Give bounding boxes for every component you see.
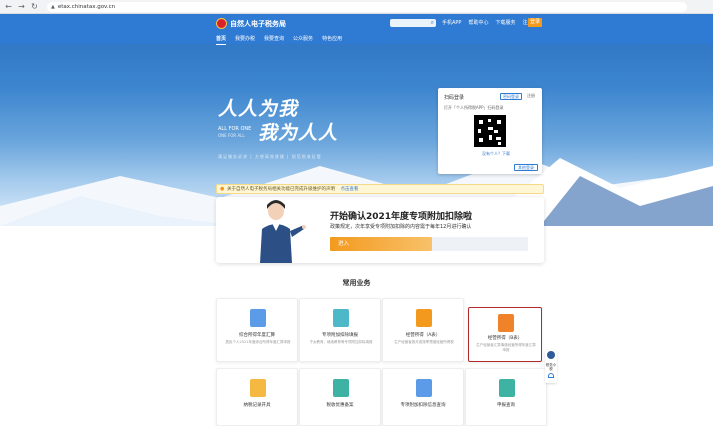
business-income-b-icon xyxy=(498,314,514,332)
card-title: 综合所得年度汇算 xyxy=(239,333,275,338)
card-desc: 生产经营者按月或按季预缴经营所得税 xyxy=(394,340,454,344)
link-download[interactable]: 下载服务 xyxy=(495,19,515,27)
assistant-widget[interactable]: 税务小税 xyxy=(545,349,557,383)
card-desc: 子女教育、继续教育等专项附加扣除填报 xyxy=(309,340,373,344)
service-card-deduction-query[interactable]: 专项附加扣除信息查询 xyxy=(382,368,464,426)
url-text: etax.chinatax.gov.cn xyxy=(57,3,116,10)
tax-return-icon xyxy=(250,309,266,327)
menu-tax-filing[interactable]: 我要办税 xyxy=(235,35,255,45)
business-income-a-icon xyxy=(416,309,432,327)
tax-incentive-icon xyxy=(333,379,349,397)
menu-query[interactable]: 我要查询 xyxy=(264,35,284,45)
login-button[interactable]: 登录 xyxy=(528,18,542,27)
card-title: 专项附加扣除填报 xyxy=(322,333,358,338)
service-card-annual-settlement[interactable]: 综合所得年度汇算 居民个人2021年度综合所得年度汇算申报 xyxy=(216,298,298,362)
notice-icon: ● xyxy=(220,186,225,192)
qr-login-title: 扫码登录 xyxy=(444,95,465,101)
assistant-label: 税务小税 xyxy=(545,363,557,371)
service-card-special-deduction[interactable]: 专项附加扣除填报 子女教育、继续教育等专项附加扣除填报 xyxy=(299,298,381,362)
service-card-business-income-a[interactable]: 经营所得（A表） 生产经营者按月或按季预缴经营所得税 xyxy=(382,298,464,362)
menu-home[interactable]: 首页 xyxy=(216,35,227,45)
link-mobile-app[interactable]: 手机APP xyxy=(442,19,461,27)
search-input[interactable]: ⌕ xyxy=(390,19,436,27)
declaration-query-icon xyxy=(499,379,515,397)
back-icon[interactable]: ← xyxy=(4,2,13,11)
national-emblem-icon xyxy=(216,18,227,29)
qr-login-hint: 打开「个人所得税APP」扫码登录 xyxy=(444,105,504,110)
assistant-avatar-icon xyxy=(547,351,555,359)
lock-icon: ▲ xyxy=(51,3,55,10)
card-title: 经营所得（B表） xyxy=(487,336,523,341)
slogan-tagline: 满足服务诉求 | 方便高效便捷 | 规范税收征管 xyxy=(218,154,322,159)
browser-toolbar: ← → ↻ ▲ etax.chinatax.gov.cn xyxy=(0,0,713,14)
qr-login-panel: 扫码登录 密码登录 注册 打开「个人所得税APP」扫码登录 没有个人？下载 其他… xyxy=(438,88,542,174)
hero-banner: 自然人电子税务局 ⌕ 手机APP 帮助中心 下载服务 注册 登录 首页 我要办税… xyxy=(0,14,713,226)
service-card-tax-incentive[interactable]: 税收优惠备案 xyxy=(299,368,381,426)
card-desc: 居民个人2021年度综合所得年度汇算申报 xyxy=(225,340,291,344)
notice-text[interactable]: 关于自然人电子税务局相关功能已完成升级维护的声明 xyxy=(227,187,335,192)
promo-banner: 开始确认2021年度专项附加扣除啦 政策规定，次年享受专项附加扣除的内容需于每年… xyxy=(216,197,544,263)
slogan-english-sub: ONE FOR ALL xyxy=(218,133,245,138)
tax-record-icon xyxy=(250,379,266,397)
register-tab[interactable]: 注册 xyxy=(527,93,535,99)
site-header: 自然人电子税务局 ⌕ 手机APP 帮助中心 下载服务 注册 登录 首页 我要办税… xyxy=(0,14,713,45)
main-menu: 首页 我要办税 我要查询 公众服务 特色应用 xyxy=(216,35,342,45)
forward-icon[interactable]: → xyxy=(17,2,26,11)
deduction-query-icon xyxy=(416,379,432,397)
other-login-button[interactable]: 其他登录 xyxy=(514,164,538,171)
search-icon[interactable]: ⌕ xyxy=(431,19,434,27)
card-title: 申报查询 xyxy=(497,403,515,408)
card-title: 专项附加扣除信息查询 xyxy=(400,403,446,408)
slogan-english: ALL FOR ONE xyxy=(218,126,252,132)
service-card-declaration-query[interactable]: 申报查询 xyxy=(465,368,547,426)
banner-heading: 开始确认2021年度专项附加扣除啦 xyxy=(330,212,473,222)
banner-text: 政策规定，次年享受专项附加扣除的内容需于每年12月进行确认 xyxy=(330,224,472,230)
slogan-line-1: 人人为我 xyxy=(218,98,299,120)
headset-icon xyxy=(548,373,554,378)
card-title: 纳税记录开具 xyxy=(243,403,271,408)
notice-more-link[interactable]: 点击查看 xyxy=(340,187,358,192)
card-title: 经营所得（A表） xyxy=(405,333,441,338)
deduction-form-icon xyxy=(333,309,349,327)
notice-bar: ● 关于自然人电子税务局相关功能已完成升级维护的声明 点击查看 xyxy=(216,184,544,194)
service-card-tax-record[interactable]: 纳税记录开具 xyxy=(216,368,298,426)
app-download-link[interactable]: 没有个人？下载 xyxy=(482,151,510,157)
top-links: 手机APP 帮助中心 下载服务 注册 xyxy=(442,19,533,27)
service-card-business-income-b[interactable]: 经营所得（B表） 生产经营者汇算清缴经营所得年度汇算申报 xyxy=(468,307,542,362)
enter-button[interactable]: 进入 xyxy=(330,237,432,251)
qr-code xyxy=(474,115,506,147)
site-name: 自然人电子税务局 xyxy=(230,19,286,28)
reload-icon[interactable]: ↻ xyxy=(30,2,39,11)
slogan-line-2: 我为人人 xyxy=(258,122,339,144)
menu-public-service[interactable]: 公众服务 xyxy=(293,35,313,45)
card-desc: 生产经营者汇算清缴经营所得年度汇算申报 xyxy=(476,343,536,352)
menu-special-apps[interactable]: 特色应用 xyxy=(322,35,342,45)
section-title-common-services: 常用业务 xyxy=(342,279,371,287)
address-bar[interactable]: ▲ etax.chinatax.gov.cn xyxy=(47,1,687,12)
password-login-tab[interactable]: 密码登录 xyxy=(500,93,522,100)
tax-officer-illustration xyxy=(260,200,306,263)
enter-button-track xyxy=(432,237,528,251)
site-logo[interactable]: 自然人电子税务局 xyxy=(216,18,286,29)
link-help-center[interactable]: 帮助中心 xyxy=(468,19,488,27)
card-title: 税收优惠备案 xyxy=(326,403,354,408)
